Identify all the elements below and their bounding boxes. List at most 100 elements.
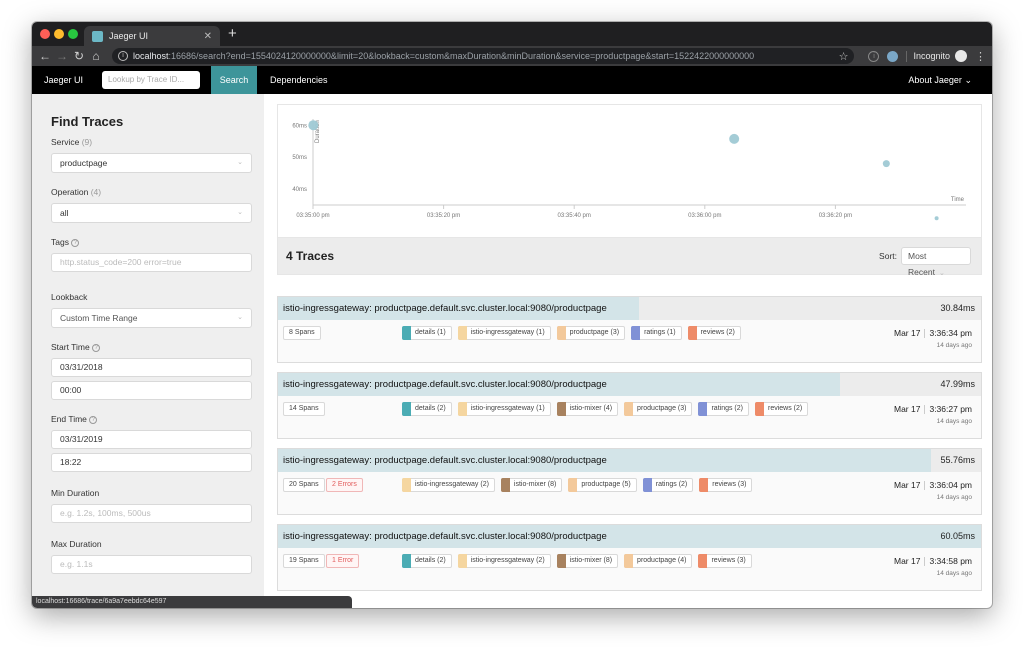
browser-toolbar: ← → ↻ ⌂ i localhost:16686/search?end=155… <box>32 46 992 66</box>
tags-input[interactable]: http.status_code=200 error=true <box>51 253 252 272</box>
service-tag: ratings (2) <box>642 478 694 492</box>
trace-header[interactable]: istio-ingressgateway: productpage.defaul… <box>278 449 981 472</box>
trace-id-lookup-input[interactable]: Lookup by Trace ID... <box>102 71 200 89</box>
trace-row[interactable]: istio-ingressgateway: productpage.defaul… <box>277 372 982 439</box>
service-color-swatch <box>402 402 411 416</box>
toolbar-divider <box>906 50 908 62</box>
start-date-input[interactable]: 03/31/2018 <box>51 358 252 377</box>
trace-header[interactable]: istio-ingressgateway: productpage.defaul… <box>278 525 981 548</box>
trace-details: 14 Spans details (2) istio-ingressgateway … <box>278 396 981 438</box>
trace-time: 3:36:04 pm <box>929 480 972 490</box>
service-color-swatch <box>698 554 708 568</box>
nav-search-tab[interactable]: Search <box>211 66 257 94</box>
service-tag-label: ratings (2) <box>711 405 743 412</box>
service-tag-label: istio-mixer (8) <box>569 557 613 564</box>
operation-select[interactable]: all ⌄ <box>51 203 252 223</box>
service-tag-label: productpage (5) <box>581 481 631 488</box>
address-bar[interactable]: i localhost:16686/search?end=15540241200… <box>112 48 855 64</box>
trace-header[interactable]: istio-ingressgateway: productpage.defaul… <box>278 373 981 396</box>
trace-row[interactable]: istio-ingressgateway: productpage.defaul… <box>277 448 982 515</box>
x-axis-label: Time <box>951 197 965 203</box>
y-tick-label: 60ms <box>292 123 307 129</box>
service-tag: details (2) <box>402 554 452 568</box>
new-tab-icon[interactable]: + <box>228 25 237 43</box>
service-color-swatch <box>699 478 709 492</box>
search-form: Find Traces Service (9) productpage ⌄ Ope… <box>32 94 264 608</box>
lookback-label: Lookback <box>51 292 88 302</box>
trace-name[interactable]: istio-ingressgateway: productpage.defaul… <box>283 531 607 542</box>
span-count-badge: 20 Spans <box>283 478 325 492</box>
trace-details: 19 Spans 1 Error details (2) istio-ingressg… <box>278 548 981 590</box>
close-window-button[interactable] <box>40 29 50 39</box>
minimize-window-button[interactable] <box>54 29 64 39</box>
service-color-swatch <box>402 326 411 340</box>
help-icon[interactable]: ? <box>89 415 98 424</box>
trace-point <box>729 133 740 144</box>
min-duration-input[interactable]: e.g. 1.2s, 100ms, 500us <box>51 504 252 523</box>
trace-time: 3:34:58 pm <box>929 556 972 566</box>
service-tag-label: istio-mixer (4) <box>569 405 613 412</box>
divider <box>924 557 926 567</box>
reload-icon[interactable]: ↻ <box>72 49 86 63</box>
end-time-input[interactable]: 18:22 <box>51 453 252 472</box>
status-bar-url: localhost:16686/trace/6a9a7eebdc64e597 <box>32 596 352 608</box>
service-color-swatch <box>624 554 634 568</box>
service-tags: details (2) istio-ingressgateway (2) istio… <box>402 554 758 568</box>
service-tag: productpage (3) <box>556 326 626 340</box>
forward-icon[interactable]: → <box>55 49 69 63</box>
end-date-input[interactable]: 03/31/2019 <box>51 430 252 449</box>
trace-duration: 47.99ms <box>940 379 975 389</box>
info-icon[interactable]: i <box>868 50 880 62</box>
home-icon[interactable]: ⌂ <box>89 49 103 63</box>
trace-date: Mar 17 <box>894 556 921 566</box>
help-icon[interactable]: ? <box>71 238 80 247</box>
max-duration-input[interactable]: e.g. 1.1s <box>51 555 252 574</box>
max-duration-label: Max Duration <box>51 539 102 549</box>
service-tag-label: ratings (2) <box>655 481 688 488</box>
service-tag: istio-mixer (4) <box>556 402 619 416</box>
about-jaeger-menu[interactable]: About Jaeger ⌄ <box>908 66 972 94</box>
site-info-icon[interactable]: i <box>118 51 128 61</box>
service-tag: reviews (2) <box>754 402 809 416</box>
start-time-input[interactable]: 00:00 <box>51 381 252 400</box>
end-time-label: End Time ? <box>51 414 252 424</box>
trace-name[interactable]: istio-ingressgateway: productpage.defaul… <box>283 379 607 390</box>
trace-row[interactable]: istio-ingressgateway: productpage.defaul… <box>277 524 982 591</box>
x-tick-label: 03:35:00 pm <box>296 213 329 219</box>
brand-link[interactable]: Jaeger UI <box>32 75 102 85</box>
url-text: localhost:16686/search?end=1554024120000… <box>133 51 755 61</box>
lookback-select[interactable]: Custom Time Range ⌄ <box>51 308 252 328</box>
back-icon[interactable]: ← <box>38 49 52 63</box>
trace-row[interactable]: istio-ingressgateway: productpage.defaul… <box>277 296 982 363</box>
nav-dependencies-tab[interactable]: Dependencies <box>270 75 328 85</box>
browser-tab[interactable]: Jaeger UI ✕ <box>84 26 220 46</box>
help-icon[interactable]: ? <box>92 343 101 352</box>
span-count-badge: 8 Spans <box>283 326 321 340</box>
sort-select[interactable]: Most Recent ⌄ <box>901 247 971 277</box>
incognito-icon[interactable] <box>955 50 967 62</box>
service-color-swatch <box>402 554 411 568</box>
extension-icon[interactable] <box>887 50 899 62</box>
trace-relative-time: 14 days ago <box>936 418 972 426</box>
x-tick-label: 03:35:40 pm <box>558 213 591 219</box>
trace-timestamp: Mar 17 3:36:27 pm 14 days ago <box>894 404 972 425</box>
service-select[interactable]: productpage ⌄ <box>51 153 252 173</box>
trace-name[interactable]: istio-ingressgateway: productpage.defaul… <box>283 455 607 466</box>
browser-menu-icon[interactable]: ⋮ <box>975 50 986 63</box>
maximize-window-button[interactable] <box>68 29 78 39</box>
divider <box>924 405 926 415</box>
chevron-down-icon: ⌄ <box>938 270 945 277</box>
bookmark-star-icon[interactable]: ☆ <box>839 50 849 63</box>
close-tab-icon[interactable]: ✕ <box>204 31 212 42</box>
service-tag: ratings (2) <box>698 402 749 416</box>
chevron-down-icon: ⌄ <box>964 75 972 85</box>
error-count-badge: 2 Errors <box>326 478 363 492</box>
service-tag-label: istio-mixer (8) <box>513 481 557 488</box>
trace-details: 20 Spans 2 Errors istio-ingressgateway (2)… <box>278 472 981 514</box>
x-tick-label: 03:36:00 pm <box>688 213 721 219</box>
trace-header[interactable]: istio-ingressgateway: productpage.defaul… <box>278 297 981 320</box>
service-tag: reviews (2) <box>687 326 741 340</box>
service-tag: istio-ingressgateway (2) <box>402 478 495 492</box>
service-tags: istio-ingressgateway (2) istio-mixer (8) p… <box>402 478 758 492</box>
trace-name[interactable]: istio-ingressgateway: productpage.defaul… <box>283 303 607 314</box>
